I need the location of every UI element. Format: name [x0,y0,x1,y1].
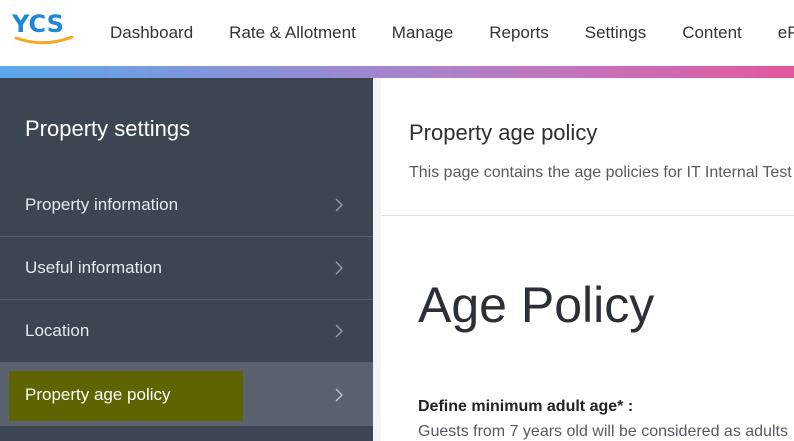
nav-reports[interactable]: Reports [489,23,549,43]
nav-settings[interactable]: Settings [585,23,646,43]
chevron-right-icon [335,324,343,338]
min-adult-age-label: Define minimum adult age* : [418,398,634,415]
sidebar-item-label: Property age policy [25,384,171,404]
sidebar-item-label: Location [25,321,90,340]
age-policy-heading: Age Policy [418,277,655,333]
ycs-logo[interactable]: YCS [12,10,76,50]
sidebar-title: Property settings [25,116,191,141]
sidebar-item-location[interactable]: Location [0,300,373,363]
nav-ep-truncated[interactable]: eP [778,23,794,43]
header-gradient-bar [0,66,794,78]
nav-manage[interactable]: Manage [392,23,453,43]
divider [381,215,794,216]
sidebar-item-useful-information[interactable]: Useful information [0,237,373,300]
chevron-right-icon [335,261,343,275]
logo-swoosh-icon [14,36,74,45]
top-navigation-bar: YCS Dashboard Rate & Allotment Manage Re… [0,0,794,66]
nav-content[interactable]: Content [682,23,742,43]
chevron-right-icon [335,388,343,401]
page-description: This page contains the age policies for … [409,164,792,181]
content-gutter [373,78,381,441]
chevron-right-icon [335,198,343,212]
nav-dashboard[interactable]: Dashboard [110,23,193,43]
sidebar-item-label: Useful information [25,258,163,277]
main-nav: Dashboard Rate & Allotment Manage Report… [110,0,794,66]
sidebar: Property settings Property information U… [0,78,373,441]
main-content: Property age policy This page contains t… [381,78,794,441]
logo-text: YCS [12,10,64,38]
min-adult-age-text: Guests from 7 years old will be consider… [418,423,788,440]
sidebar-item-label: Property information [25,195,179,214]
nav-rate-allotment[interactable]: Rate & Allotment [229,23,356,43]
page-title: Property age policy [409,120,598,145]
sidebar-item-property-information[interactable]: Property information [0,174,373,237]
sidebar-item-property-age-policy[interactable]: Property age policy [0,363,373,426]
